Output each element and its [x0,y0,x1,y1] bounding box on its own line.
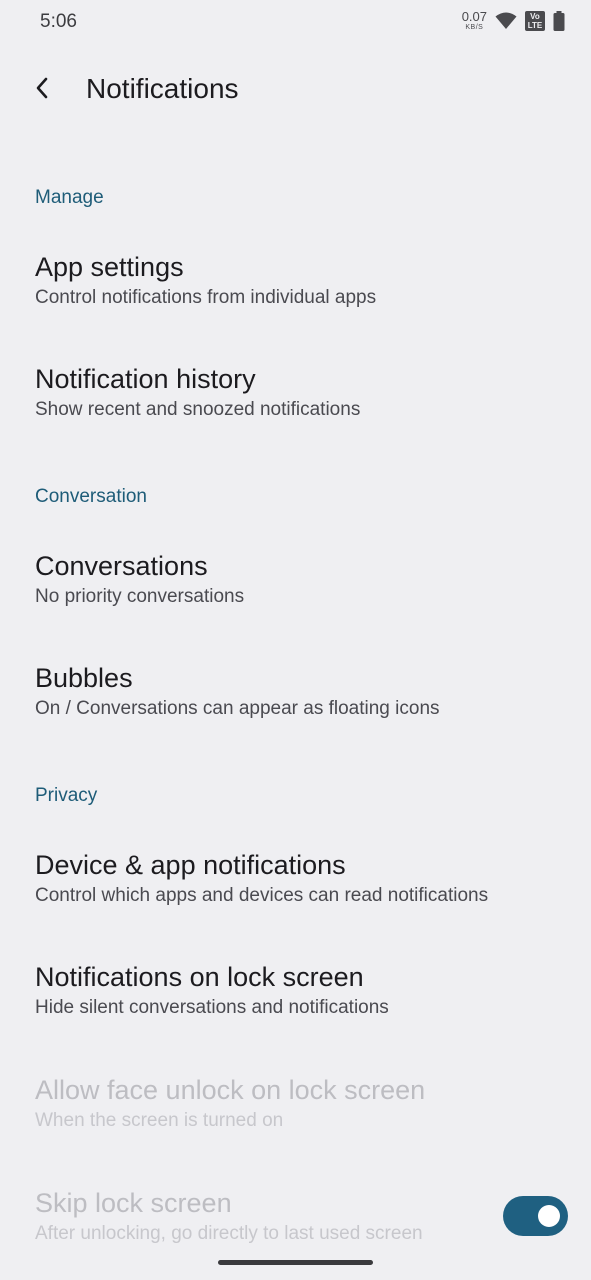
app-settings-item[interactable]: App settings Control notifications from … [0,252,591,332]
status-icons: 0.07 KB/S Vo LTE [462,10,565,31]
page-title: Notifications [86,73,239,104]
device-app-notifications-item[interactable]: Device & app notifications Control which… [0,850,591,930]
skip-lock-screen-summary: After unlocking, go directly to last use… [35,1223,423,1244]
toggle-knob [538,1205,560,1227]
section-header-conversation: Conversation [35,486,147,507]
app-settings-summary: Control notifications from individual ap… [35,287,377,308]
back-button[interactable] [22,68,62,108]
lock-screen-notifications-summary: Hide silent conversations and notificati… [35,997,389,1018]
back-arrow-icon [35,77,49,99]
wifi-icon [495,12,517,30]
conversations-summary: No priority conversations [35,586,245,607]
device-app-notifications-summary: Control which apps and devices can read … [35,885,489,906]
skip-lock-screen-item: Skip lock screen After unlocking, go dir… [0,1188,591,1268]
bubbles-item[interactable]: Bubbles On / Conversations can appear as… [0,663,591,743]
notification-history-item[interactable]: Notification history Show recent and sno… [0,364,591,444]
face-unlock-item: Allow face unlock on lock screen When th… [0,1075,591,1155]
conversations-title: Conversations [35,551,208,581]
device-app-notifications-title: Device & app notifications [35,850,346,880]
volte-icon: Vo LTE [525,10,545,31]
lock-screen-notifications-title: Notifications on lock screen [35,962,364,992]
skip-lock-screen-toggle[interactable] [503,1196,568,1236]
status-time: 5:06 [40,11,77,32]
section-header-manage: Manage [35,187,104,208]
bubbles-title: Bubbles [35,663,133,693]
battery-icon [553,10,565,31]
network-speed-unit: KB/S [465,24,484,31]
skip-lock-screen-title: Skip lock screen [35,1188,232,1218]
conversations-item[interactable]: Conversations No priority conversations [0,551,591,631]
notifications-settings-screen: 5:06 0.07 KB/S Vo LTE Notifications Mana… [0,0,591,1280]
volte-label-top: Vo [530,12,540,21]
navigation-gesture-handle[interactable] [218,1260,373,1265]
section-header-privacy: Privacy [35,785,98,806]
volte-label-bottom: LTE [527,21,543,30]
status-bar: 5:06 0.07 KB/S Vo LTE [0,0,591,46]
notification-history-title: Notification history [35,364,256,394]
face-unlock-summary: When the screen is turned on [35,1110,284,1131]
face-unlock-title: Allow face unlock on lock screen [35,1075,426,1105]
notification-history-summary: Show recent and snoozed notifications [35,399,361,420]
app-settings-title: App settings [35,252,184,282]
network-speed-value: 0.07 [461,9,487,24]
app-bar: Notifications [0,56,591,122]
lock-screen-notifications-item[interactable]: Notifications on lock screen Hide silent… [0,962,591,1042]
bubbles-summary: On / Conversations can appear as floatin… [35,698,440,719]
network-speed: 0.07 KB/S [462,10,487,31]
